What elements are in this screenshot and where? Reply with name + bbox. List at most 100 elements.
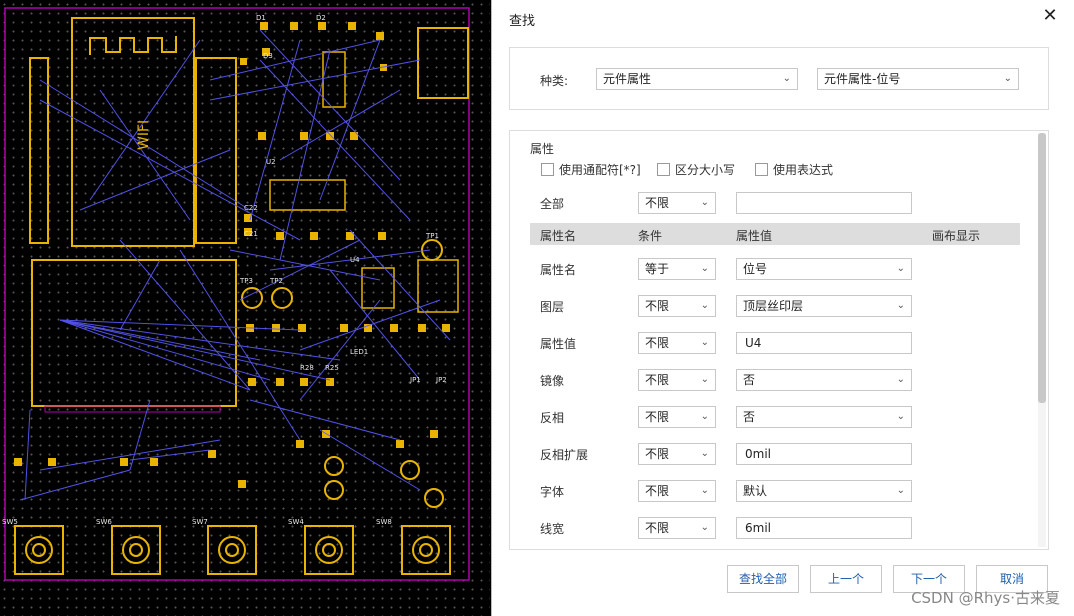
watermark: CSDN @Rhys·古来夏 bbox=[911, 589, 1060, 607]
svg-text:JP2: JP2 bbox=[435, 376, 447, 384]
row-condition-value: 不限 bbox=[645, 410, 670, 424]
all-value-input[interactable] bbox=[736, 192, 912, 214]
svg-text:TP1: TP1 bbox=[425, 232, 439, 240]
row-label: 镜像 bbox=[540, 374, 565, 388]
row-condition-select[interactable]: 不限 ⌄ bbox=[638, 443, 716, 465]
row-value-select[interactable]: 顶层丝印层 ⌄ bbox=[736, 295, 912, 317]
header-condition: 条件 bbox=[638, 229, 663, 243]
wildcard-checkbox[interactable]: 使用通配符[*?] bbox=[541, 161, 641, 177]
row-value: 默认 bbox=[743, 484, 768, 498]
chevron-down-icon: ⌄ bbox=[896, 374, 905, 385]
chevron-down-icon: ⌄ bbox=[700, 448, 709, 459]
checkbox[interactable] bbox=[541, 162, 554, 176]
svg-text:D2: D2 bbox=[316, 14, 326, 22]
svg-text:C21: C21 bbox=[244, 230, 258, 238]
svg-text:R28: R28 bbox=[300, 364, 314, 372]
chevron-down-icon: ⌄ bbox=[782, 73, 791, 84]
chevron-down-icon: ⌄ bbox=[700, 374, 709, 385]
chevron-down-icon: ⌄ bbox=[896, 411, 905, 422]
find-all-button[interactable]: 查找全部 bbox=[727, 565, 799, 593]
properties-section: 属性 使用通配符[*?] 区分大小写 使用表达式 全部 不限 ⌄ 属性名 条件 … bbox=[509, 130, 1049, 550]
row-value-input[interactable]: 0mil bbox=[736, 443, 912, 465]
row-condition-select[interactable]: 不限 ⌄ bbox=[638, 369, 716, 391]
row-condition-value: 不限 bbox=[645, 447, 670, 461]
row-condition-select[interactable]: 不限 ⌄ bbox=[638, 480, 716, 502]
scrollbar-thumb[interactable] bbox=[1038, 133, 1046, 403]
chevron-down-icon: ⌄ bbox=[896, 300, 905, 311]
row-condition-select[interactable]: 不限 ⌄ bbox=[638, 332, 716, 354]
row-value-input[interactable]: U4 bbox=[736, 332, 912, 354]
expression-checkbox[interactable]: 使用表达式 bbox=[755, 161, 833, 177]
svg-text:SW8: SW8 bbox=[376, 518, 392, 526]
checkbox[interactable] bbox=[657, 162, 670, 176]
header-canvas-display: 画布显示 bbox=[932, 229, 981, 243]
row-condition-value: 不限 bbox=[645, 336, 670, 350]
row-value-select[interactable]: 否 ⌄ bbox=[736, 406, 912, 428]
checkbox[interactable] bbox=[755, 162, 768, 176]
header-value: 属性值 bbox=[736, 229, 773, 243]
previous-button[interactable]: 上一个 bbox=[810, 565, 882, 593]
row-value-input[interactable]: 6mil bbox=[736, 517, 912, 539]
row-condition-select[interactable]: 不限 ⌄ bbox=[638, 517, 716, 539]
all-label: 全部 bbox=[540, 197, 565, 211]
row-condition-select[interactable]: 等于 ⌄ bbox=[638, 258, 716, 280]
row-value-select[interactable]: 位号 ⌄ bbox=[736, 258, 912, 280]
row-value: 位号 bbox=[743, 262, 768, 276]
row-value: 否 bbox=[743, 410, 756, 424]
checkbox-label: 区分大小写 bbox=[675, 162, 736, 177]
find-dialog: 查找 ✕ 种类: 元件属性 ⌄ 元件属性-位号 ⌄ 属性 使用通配符[*?] 区… bbox=[491, 0, 1074, 616]
chevron-down-icon: ⌄ bbox=[700, 263, 709, 274]
row-condition-select[interactable]: 不限 ⌄ bbox=[638, 406, 716, 428]
row-label: 属性值 bbox=[540, 337, 577, 351]
chevron-down-icon: ⌄ bbox=[896, 263, 905, 274]
svg-text:D3: D3 bbox=[263, 52, 273, 60]
case-sensitive-checkbox[interactable]: 区分大小写 bbox=[657, 161, 735, 177]
row-label: 反相 bbox=[540, 411, 565, 425]
svg-text:C22: C22 bbox=[244, 204, 258, 212]
row-value-select[interactable]: 默认 ⌄ bbox=[736, 480, 912, 502]
svg-text:R25: R25 bbox=[325, 364, 339, 372]
row-label: 线宽 bbox=[540, 522, 565, 536]
type-select[interactable]: 元件属性 ⌄ bbox=[596, 68, 798, 90]
table-header: 属性名 条件 属性值 画布显示 bbox=[530, 223, 1020, 245]
row-label: 属性名 bbox=[540, 263, 577, 277]
pcb-drawing: D1 D2 D3 U2 U4 C22 C21 R28 R25 LED1 TP1 TP3 TP… bbox=[2, 7, 470, 581]
chevron-down-icon: ⌄ bbox=[700, 197, 709, 208]
checkbox-label: 使用表达式 bbox=[773, 162, 834, 177]
subtype-select[interactable]: 元件属性-位号 ⌄ bbox=[817, 68, 1019, 90]
type-select-value: 元件属性 bbox=[603, 72, 652, 86]
chevron-down-icon: ⌄ bbox=[700, 485, 709, 496]
row-value: 顶层丝印层 bbox=[743, 299, 804, 313]
row-label: 图层 bbox=[540, 300, 565, 314]
pcb-canvas[interactable]: D1 D2 D3 U2 U4 C22 C21 R28 R25 LED1 TP1 TP3 TP… bbox=[0, 0, 490, 616]
type-section: 种类: 元件属性 ⌄ 元件属性-位号 ⌄ bbox=[509, 47, 1049, 110]
svg-text:SW4: SW4 bbox=[288, 518, 304, 526]
row-condition-value: 不限 bbox=[645, 484, 670, 498]
type-label: 种类: bbox=[540, 74, 569, 88]
row-condition-value: 不限 bbox=[645, 299, 670, 313]
row-condition-value: 不限 bbox=[645, 521, 670, 535]
svg-text:D1: D1 bbox=[256, 14, 266, 22]
svg-text:TP2: TP2 bbox=[269, 277, 283, 285]
properties-title: 属性 bbox=[530, 142, 555, 156]
close-icon[interactable]: ✕ bbox=[1040, 6, 1060, 26]
header-name: 属性名 bbox=[540, 229, 577, 243]
row-label: 反相扩展 bbox=[540, 448, 589, 462]
checkbox-label: 使用通配符[*?] bbox=[559, 162, 641, 177]
row-condition-value: 等于 bbox=[645, 262, 670, 276]
row-value-select[interactable]: 否 ⌄ bbox=[736, 369, 912, 391]
chevron-down-icon: ⌄ bbox=[700, 337, 709, 348]
all-condition-value: 不限 bbox=[645, 196, 670, 210]
row-label: 字体 bbox=[540, 485, 565, 499]
subtype-select-value: 元件属性-位号 bbox=[824, 72, 901, 86]
wifi-label: WIFI bbox=[136, 120, 152, 150]
svg-text:SW6: SW6 bbox=[96, 518, 112, 526]
svg-text:TP3: TP3 bbox=[239, 277, 253, 285]
chevron-down-icon: ⌄ bbox=[1003, 73, 1012, 84]
chevron-down-icon: ⌄ bbox=[700, 522, 709, 533]
svg-text:LED1: LED1 bbox=[350, 348, 368, 356]
svg-text:JP1: JP1 bbox=[409, 376, 421, 384]
all-condition-select[interactable]: 不限 ⌄ bbox=[638, 192, 716, 214]
row-condition-select[interactable]: 不限 ⌄ bbox=[638, 295, 716, 317]
chevron-down-icon: ⌄ bbox=[700, 411, 709, 422]
